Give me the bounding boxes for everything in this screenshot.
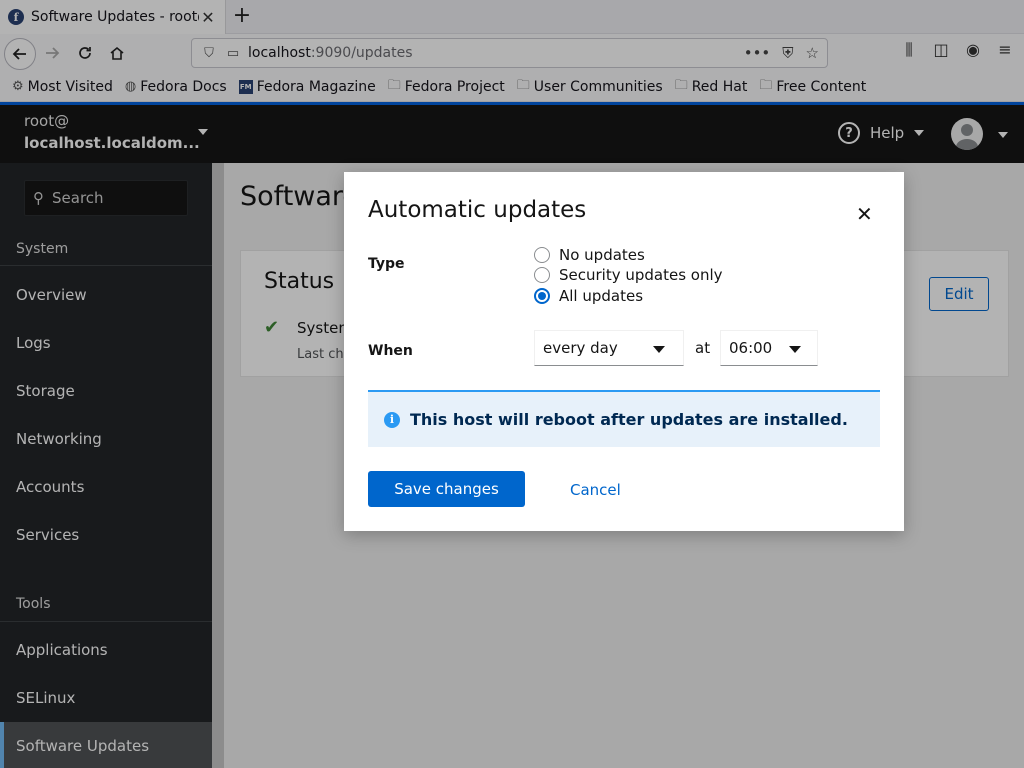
section-title-system: System [16,241,69,257]
help-label: Help [870,124,905,142]
sidebar-item-overview[interactable]: Overview [0,271,212,319]
alert-text: This host will reboot after updates are … [410,410,848,429]
chevron-down-icon [198,129,208,135]
automatic-updates-dialog: Automatic updates ✕ Type No updates Secu… [344,172,904,531]
chevron-down-icon [914,130,925,136]
back-button[interactable] [4,38,36,70]
more-actions-icon[interactable]: ••• [744,44,771,62]
bookmark-free-content[interactable]: 🗀 Free Content [759,76,866,98]
fedora-magazine-icon: FM [238,79,253,94]
tab-title: Software Updates - root@ [31,9,199,25]
user-avatar[interactable] [951,118,983,150]
sidebar-item-networking[interactable]: Networking [0,415,212,463]
bookmark-fedora-docs[interactable]: ◍ Fedora Docs [125,79,227,95]
bookmarks-toolbar: ⚙ Most Visited ◍ Fedora Docs FM Fedora Maga… [0,72,1024,102]
divider [0,621,212,622]
globe-icon: ◍ [124,79,137,94]
section-title-tools: Tools [16,596,51,612]
arrow-left-icon [12,48,26,60]
pocket-icon[interactable]: ⛨ [782,44,793,62]
bookmark-star-icon[interactable]: ☆ [806,44,819,62]
info-icon: i [384,411,400,428]
radio-no-updates[interactable]: No updates [534,246,645,264]
folder-icon: 🗀 [387,77,401,93]
fedora-favicon-icon: f [8,9,24,25]
home-icon [110,46,124,60]
sidebar-item-software-updates[interactable]: Software Updates [0,722,212,768]
at-label: at [695,339,711,357]
shield-icon[interactable]: ⛉ [200,46,218,61]
cancel-button[interactable]: Cancel [570,481,621,499]
bookmark-red-hat[interactable]: 🗀 Red Hat [675,76,748,98]
bookmark-fedora-project[interactable]: 🗀 Fedora Project [388,76,505,98]
bookmark-fedora-magazine[interactable]: FM Fedora Magazine [238,79,376,95]
search-icon: ⚲ [33,189,44,207]
host-switcher[interactable]: root@ localhost.localdom... [0,105,224,163]
home-button[interactable] [103,39,131,67]
status-card-title: Status [264,269,335,294]
sidebar-scrollbar[interactable] [212,163,224,768]
url-bar[interactable]: ⛉ ▭ localhost:9090/updates ••• ⛨ ☆ [191,38,828,68]
library-icon[interactable]: ⫼ [898,40,920,60]
type-label: Type [368,256,405,272]
check-icon: ✔ [264,317,280,338]
edit-button[interactable]: Edit [929,277,989,311]
chevron-down-icon [789,346,801,353]
page-icon[interactable]: ▭ [224,46,242,61]
sidebar-item-applications[interactable]: Applications [0,626,212,674]
dialog-title: Automatic updates [368,197,587,223]
reload-icon [79,47,91,59]
browser-nav-bar: ⛉ ▭ localhost:9090/updates ••• ⛨ ☆ ⫼ ◫ ◉… [0,34,1024,72]
forward-button[interactable] [38,39,66,67]
close-tab-icon[interactable]: ✕ [199,8,217,27]
gear-icon: ⚙ [12,79,24,94]
radio-all-updates[interactable]: All updates [534,287,643,305]
url-text: localhost:9090/updates [248,45,413,61]
menu-icon[interactable]: ≡ [994,40,1016,60]
host-name: localhost.localdom... [24,134,200,152]
help-icon: ? [838,122,860,144]
radio-button[interactable] [534,247,550,263]
search-input[interactable] [52,189,172,207]
sidebar: root@ localhost.localdom... ⚲ System Ove… [0,105,224,768]
sidebar-item-accounts[interactable]: Accounts [0,463,212,511]
arrow-right-icon [46,47,60,59]
sidebar-item-storage[interactable]: Storage [0,367,212,415]
bookmark-most-visited[interactable]: ⚙ Most Visited [12,79,113,95]
sidebar-toggle-icon[interactable]: ◫ [930,40,952,60]
reboot-info-alert: i This host will reboot after updates ar… [368,390,880,447]
browser-tab[interactable]: f Software Updates - root@ ✕ [0,0,226,34]
top-bar: ? Help [224,105,1024,163]
time-select[interactable]: 06:00 [720,330,818,366]
chevron-down-icon[interactable] [998,132,1008,138]
search-box[interactable]: ⚲ [24,180,188,216]
save-changes-button[interactable]: Save changes [368,471,525,507]
help-menu-button[interactable]: ? Help [838,122,925,144]
account-icon[interactable]: ◉ [962,40,984,60]
divider [0,265,212,266]
folder-icon: 🗀 [674,77,688,93]
browser-tab-bar: f Software Updates - root@ ✕ + [0,0,1024,34]
close-icon[interactable]: ✕ [856,202,873,226]
sidebar-item-logs[interactable]: Logs [0,319,212,367]
host-user: root@ [24,112,70,130]
folder-icon: 🗀 [759,77,773,93]
folder-icon: 🗀 [516,77,530,93]
day-select[interactable]: every day [534,330,684,366]
radio-security-updates[interactable]: Security updates only [534,266,723,284]
when-label: When [368,343,413,359]
radio-button-selected[interactable] [534,288,550,304]
new-tab-icon[interactable]: + [230,4,254,28]
radio-button[interactable] [534,267,550,283]
reload-button[interactable] [71,39,99,67]
sidebar-item-services[interactable]: Services [0,511,212,559]
chevron-down-icon [653,346,665,353]
sidebar-item-selinux[interactable]: SELinux [0,674,212,722]
bookmark-user-communities[interactable]: 🗀 User Communities [517,76,663,98]
